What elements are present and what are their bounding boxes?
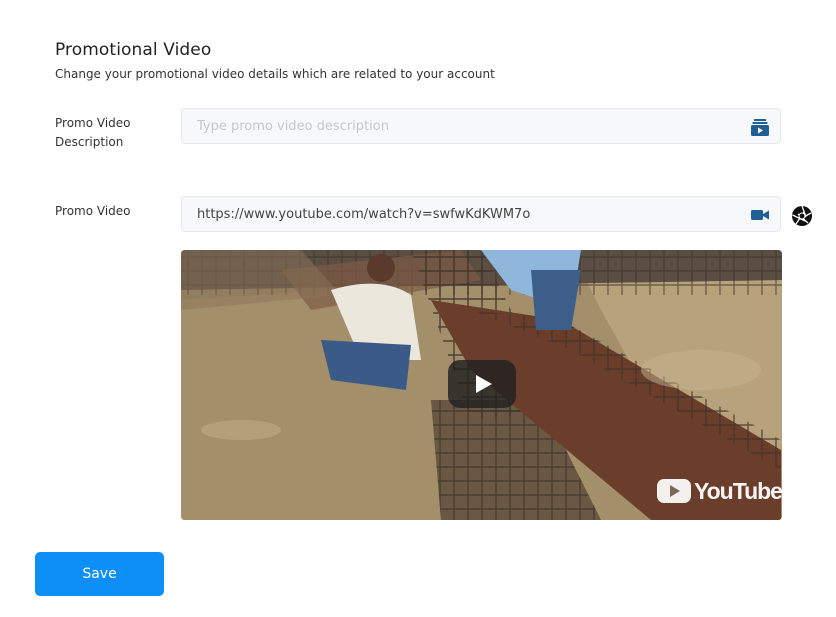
page-subtitle: Change your promotional video details wh… — [55, 67, 495, 81]
video-library-icon[interactable] — [750, 117, 770, 137]
youtube-play-icon — [657, 479, 691, 503]
description-input[interactable] — [197, 109, 737, 143]
description-label: Promo Video Description — [55, 116, 131, 149]
video-camera-icon[interactable] — [750, 205, 770, 225]
play-icon[interactable] — [448, 360, 516, 408]
save-button[interactable]: Save — [35, 552, 164, 596]
page-title: Promotional Video — [55, 40, 212, 60]
promo-video-field — [181, 196, 781, 232]
youtube-wordmark: YouTube — [694, 477, 782, 504]
promo-video-input[interactable] — [197, 197, 737, 231]
video-preview[interactable]: YouTube — [181, 250, 782, 520]
youtube-logo: YouTube — [657, 478, 782, 504]
aperture-icon[interactable] — [791, 205, 813, 227]
description-field — [181, 108, 781, 144]
promo-video-label: Promo Video — [55, 204, 131, 218]
